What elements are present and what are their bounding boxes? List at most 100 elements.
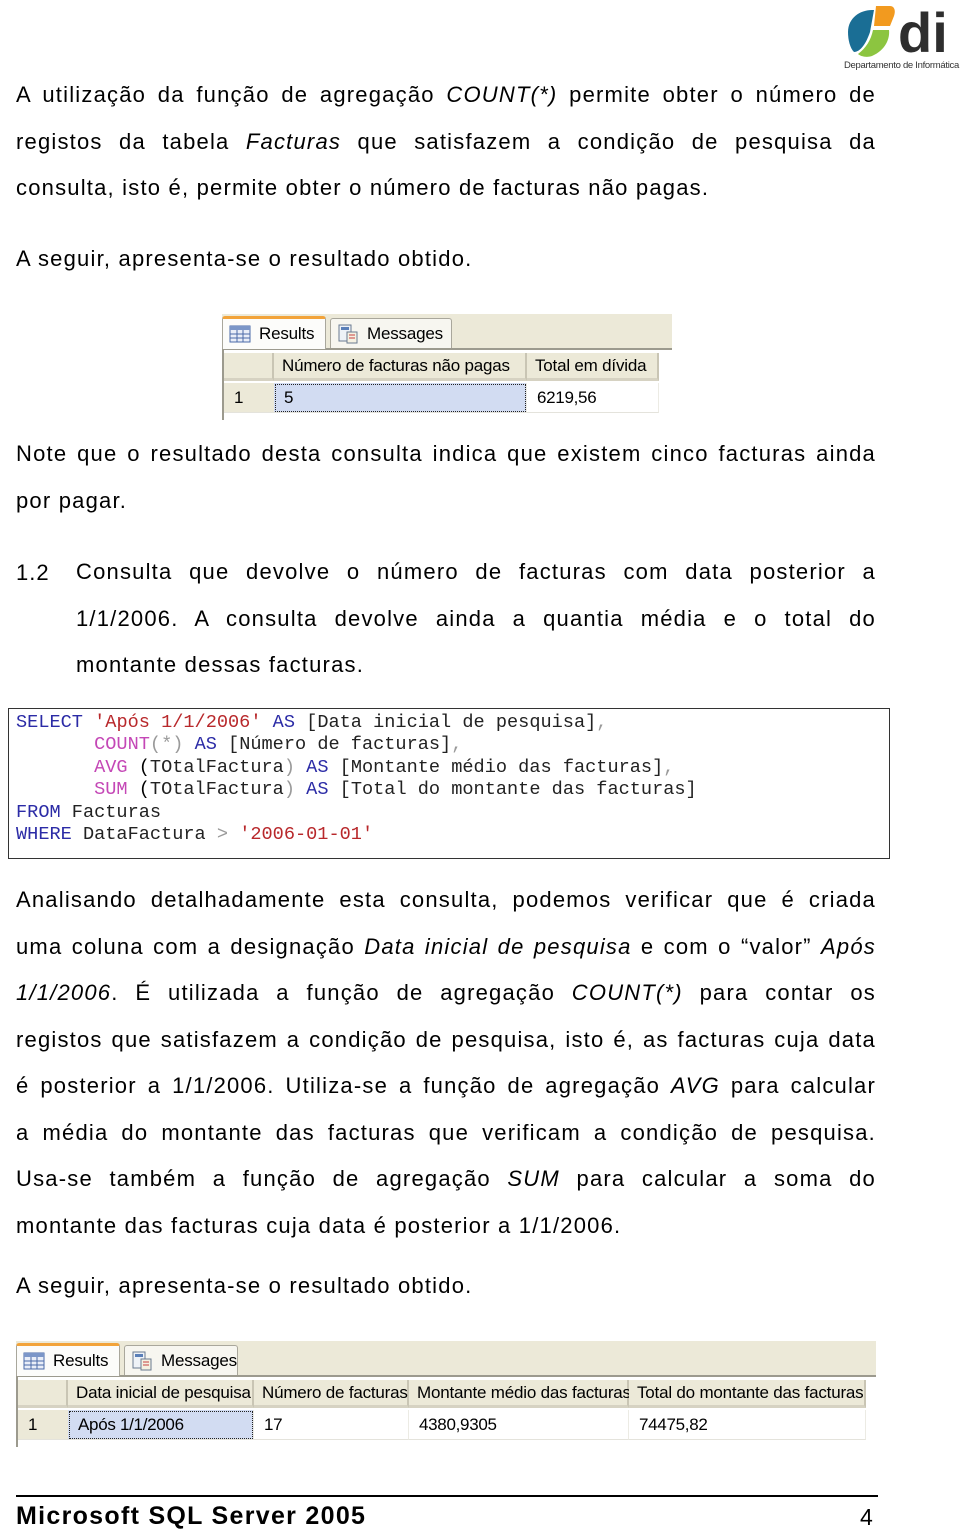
column-header[interactable]: Montante médio das facturas	[409, 1380, 631, 1408]
text-run: . É utilizada a função de agregação	[111, 980, 572, 1005]
messages-icon	[337, 324, 359, 344]
footer-title: Microsoft SQL Server 2005	[16, 1502, 367, 1529]
text-run: a média do montante das facturas que ver…	[16, 1119, 876, 1145]
column-header[interactable]: Número de facturas não pagas	[274, 353, 527, 381]
text-run: consulta, isto é, permite obter o número…	[16, 175, 710, 200]
code-line: SELECT 'Após 1/1/2006' AS [Data inicial …	[16, 712, 882, 734]
paragraph-line: é posterior a 1/1/2006. Utiliza-se a fun…	[16, 1063, 876, 1110]
section-heading: Consulta que devolve o número de factura…	[76, 549, 876, 689]
result-intro-1: A seguir, apresenta-se o resultado obtid…	[16, 236, 876, 283]
sql-token: TOtalFactura	[149, 756, 284, 778]
tab-results[interactable]: Results	[222, 316, 326, 349]
result-intro-2: A seguir, apresenta-se o resultado obtid…	[16, 1263, 876, 1310]
sql-token: DataFactura	[71, 823, 217, 845]
column-header[interactable]: Data inicial de pesquisa	[68, 1380, 254, 1408]
sql-string: 'Após 1/1/2006'	[94, 712, 262, 733]
column-header[interactable]: Total do montante das facturas	[629, 1380, 866, 1408]
grid-cell[interactable]: 74475,82	[629, 1410, 866, 1440]
sql-keyword: WHERE	[16, 823, 72, 845]
text-run: e com o “valor”	[631, 933, 822, 959]
logo-orange-segment	[874, 6, 895, 26]
text-run: permite obter o número de	[557, 82, 876, 107]
sql-keyword: AS	[306, 756, 329, 778]
sql-operator: )	[283, 779, 295, 801]
text-run: A utilização da função de agregação	[16, 82, 447, 107]
results-tab-bar: Results Messages	[222, 314, 672, 349]
text-run: Usa-se também a função de agregação	[16, 1166, 508, 1191]
tab-results-label: Results	[53, 1351, 109, 1370]
sql-code-block: SELECT 'Após 1/1/2006' AS [Data inicial …	[8, 708, 890, 859]
sql-operator: >	[216, 823, 229, 845]
row-number: 1	[18, 1410, 68, 1440]
department-logo: di Departamento de Informática	[842, 2, 960, 72]
result-intro-text: A seguir, apresenta-se o resultado obtid…	[16, 1273, 473, 1298]
text-run: Analisando detalhadamente esta consulta,…	[16, 887, 876, 912]
paragraph-line: a média do montante das facturas que ver…	[16, 1110, 876, 1157]
tab-messages[interactable]: Messages	[124, 1345, 238, 1375]
results-grid: Número de facturas não pagas Total em dí…	[222, 348, 672, 420]
tab-results-label: Results	[259, 324, 315, 343]
page-number: 4	[860, 1504, 873, 1529]
paragraph-line: 1/1/2006. É utilizada a função de agrega…	[16, 970, 876, 1017]
column-header[interactable]: Número de facturas	[254, 1380, 409, 1408]
row-header-corner	[224, 353, 274, 381]
sql-function: COUNT	[94, 734, 150, 756]
tab-messages-label: Messages	[161, 1350, 237, 1370]
paragraph-count-explanation: A utilização da função de agregação COUN…	[16, 72, 876, 212]
results-grid: Data inicial de pesquisa Número de factu…	[16, 1375, 876, 1447]
section-heading-line: montante dessas facturas.	[76, 652, 365, 677]
emphasis-text: AVG	[671, 1073, 720, 1098]
paragraph-note: Note que o resultado desta consulta indi…	[16, 431, 876, 524]
sql-string: '2006-01-01'	[239, 823, 374, 845]
paragraph-line: por pagar.	[16, 487, 128, 513]
footer-divider	[16, 1495, 878, 1497]
sql-function: AVG	[94, 756, 128, 778]
emphasis-text: Facturas	[245, 128, 342, 154]
results-tab-bar: Results Messages	[16, 1341, 876, 1376]
grid-cell[interactable]: 4380,9305	[409, 1410, 629, 1440]
grid-cell-selected[interactable]: Após 1/1/2006	[68, 1410, 254, 1440]
tab-messages[interactable]: Messages	[330, 318, 452, 348]
paragraph-analysis: Analisando detalhadamente esta consulta,…	[16, 877, 876, 1249]
paragraph-line: consulta, isto é, permite obter o número…	[16, 165, 876, 212]
paragraph-line: registos que satisfazem a condição de pe…	[16, 1017, 876, 1064]
paragraph-line: Analisando detalhadamente esta consulta,…	[16, 877, 876, 924]
paragraph-line: montante das facturas cuja data é poster…	[16, 1203, 876, 1250]
text-run: para calcular	[719, 1073, 876, 1098]
emphasis-text: COUNT(*)	[571, 980, 683, 1005]
paragraph-line: Usa-se também a função de agregação SUM …	[16, 1156, 876, 1203]
logo-wordmark: di	[898, 2, 948, 60]
sql-keyword: AS	[306, 779, 329, 801]
sql-keyword: SELECT	[16, 712, 83, 733]
grid-cell-selected[interactable]: 5	[274, 383, 527, 413]
section-heading-line: Consulta que devolve o número de factura…	[76, 559, 876, 584]
grid-icon	[229, 324, 251, 344]
sql-token: Facturas	[60, 801, 162, 823]
grid-cell[interactable]: 17	[254, 1410, 409, 1440]
paragraph-line: registos da tabela Facturas que satisfaz…	[16, 119, 876, 166]
sql-token: (	[127, 779, 150, 801]
code-line: SUM (TOtalFactura) AS [Total do montante…	[16, 779, 882, 801]
results-panel-1: Results Messages Número de facturas não …	[222, 314, 672, 420]
emphasis-text: 1/1/2006	[16, 980, 112, 1005]
emphasis-text: Data inicial de pesquisa	[364, 933, 632, 959]
sql-token: [Número de facturas]	[216, 734, 452, 756]
sql-token: (	[127, 756, 150, 778]
text-run: é posterior a 1/1/2006. Utiliza-se a fun…	[16, 1073, 672, 1098]
emphasis-text: SUM	[507, 1166, 560, 1191]
results-panel-2: Results Messages Data inicial de pesquis…	[16, 1341, 876, 1447]
paragraph-line: uma coluna com a designação Data inicial…	[16, 924, 876, 971]
tab-results[interactable]: Results	[16, 1343, 120, 1376]
grid-cell[interactable]: 6219,56	[527, 383, 659, 413]
text-run: montante das facturas cuja data é poster…	[16, 1212, 622, 1238]
emphasis-text: Após	[821, 933, 876, 959]
column-header[interactable]: Total em dívida	[527, 353, 659, 381]
result-intro-text: A seguir, apresenta-se o resultado obtid…	[16, 246, 473, 271]
text-run: para calcular a soma do	[559, 1166, 876, 1191]
sql-operator: (*)	[149, 734, 184, 756]
